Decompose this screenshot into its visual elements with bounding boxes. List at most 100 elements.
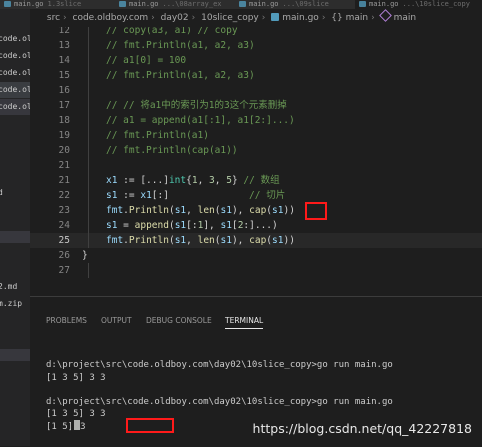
- go-file-icon: [4, 1, 11, 7]
- line-number: 14: [58, 55, 70, 66]
- line-number: 26: [58, 250, 70, 261]
- editor-tab-path: 1.3slice: [47, 0, 82, 8]
- watermark: https://blog.csdn.net/qq_42227818: [252, 421, 472, 436]
- code-token: // fmt.Println(a1, a2, a3): [106, 40, 255, 51]
- code-token: // a1[0] = 100: [106, 55, 187, 66]
- breadcrumb-src[interactable]: src: [47, 9, 60, 27]
- sidebar-file-label: d: [0, 188, 3, 197]
- indent-guide: [88, 53, 89, 68]
- sidebar-file-label: code.old: [0, 34, 30, 43]
- code-token: Println: [128, 205, 169, 216]
- code-token: s1: [106, 190, 118, 201]
- tab-debug-console[interactable]: DEBUG CONSOLE: [146, 314, 212, 328]
- editor-tab-label: main.go: [369, 0, 399, 8]
- breadcrumb-main-go[interactable]: main.go: [282, 9, 319, 27]
- code-token: :=: [117, 190, 141, 201]
- line-number: 23: [58, 205, 70, 216]
- go-file-icon: [239, 1, 246, 7]
- indent-guide: [88, 83, 89, 98]
- code-editor[interactable]: 12 // copy(a3, a1) // copy 13 // fmt.Printl…: [30, 27, 482, 295]
- code-token: append: [134, 220, 169, 231]
- tab-problems[interactable]: PROBLEMS: [46, 314, 87, 328]
- indent-guide: [88, 188, 89, 203]
- terminal-line: d:\project\src\code.oldboy.com\day02\10s…: [46, 397, 393, 407]
- line-number: 17: [58, 100, 70, 111]
- explorer-sidebar: code.old code.old code.old code.old code.old…: [0, 9, 30, 446]
- code-token: )): [283, 235, 295, 246]
- breadcrumb-package-main[interactable]: {} main: [331, 9, 368, 27]
- code-line: 21 x1 := [...]int{1, 3, 5} // 数组: [30, 173, 482, 188]
- code-content: // a1 = append(a1[:1], a1[2:]...): [106, 113, 295, 128]
- editor-tab[interactable]: main.go ...\09slice: [235, 0, 367, 9]
- code-content: // copy(a3, a1) // copy: [106, 27, 238, 38]
- terminal-output-tail: 3: [80, 422, 86, 432]
- code-token: [:]: [151, 190, 250, 201]
- code-token: // 切片: [249, 190, 286, 201]
- sidebar-section-header[interactable]: [0, 231, 30, 243]
- sidebar-file-item[interactable]: m.zip: [0, 296, 30, 312]
- code-line: 25 fmt.Println(s1, len(s1), cap(s1)): [30, 233, 482, 248]
- line-number: 27: [58, 265, 70, 276]
- sidebar-file-item[interactable]: code.old: [0, 65, 30, 81]
- annotation-box-editor: [305, 202, 327, 220]
- code-line: 16: [30, 83, 482, 98]
- code-content: s1 = append(s1[:1], s1[2:]...): [106, 218, 278, 233]
- terminal-output: [1 5]: [46, 422, 74, 432]
- indent-guide: [88, 158, 89, 173]
- code-line: 20 // fmt.Println(cap(a1)): [30, 143, 482, 158]
- code-token: s1: [272, 235, 284, 246]
- line-number: 13: [58, 40, 70, 51]
- code-line: 19 // fmt.Println(a1): [30, 128, 482, 143]
- editor-tab[interactable]: main.go ...\08array_ex: [115, 0, 247, 9]
- indent-guide: [88, 68, 89, 83]
- code-token: s1: [220, 205, 232, 216]
- sidebar-file-item[interactable]: code.old: [0, 99, 30, 115]
- sidebar-section-header[interactable]: [0, 349, 30, 361]
- code-content: }: [82, 248, 88, 263]
- indent-guide: [88, 263, 89, 278]
- tab-terminal[interactable]: TERMINAL: [225, 314, 264, 329]
- code-token: fmt: [106, 205, 124, 216]
- editor-tab-label: main.go: [14, 0, 44, 8]
- chevron-right-icon: ›: [321, 13, 326, 23]
- editor-tab[interactable]: main.go ...\10slice_copy: [355, 0, 482, 9]
- code-line: 24 s1 = append(s1[:1], s1[2:]...): [30, 218, 482, 233]
- breadcrumb-code-oldboy[interactable]: code.oldboy.com: [73, 9, 149, 27]
- code-line: 12 // copy(a3, a1) // copy: [30, 27, 482, 38]
- sidebar-file-item[interactable]: code.old: [0, 82, 30, 98]
- code-content: // // 将a1中的索引为1的3这个元素删掉: [106, 98, 287, 113]
- line-number: 16: [58, 85, 70, 96]
- chevron-right-icon: ›: [63, 13, 67, 23]
- breadcrumb-10slice-copy[interactable]: 10slice_copy: [201, 9, 259, 27]
- sidebar-file-item[interactable]: d: [0, 185, 30, 201]
- code-token: fmt: [106, 235, 124, 246]
- code-token: s1: [174, 220, 187, 231]
- chevron-right-icon: ›: [261, 13, 266, 23]
- editor-tab-label: main.go: [129, 0, 159, 8]
- breadcrumb-func-main[interactable]: main: [394, 9, 417, 27]
- chevron-right-icon: ›: [191, 13, 196, 23]
- code-token: :]...): [243, 220, 278, 231]
- editor-tab[interactable]: main.go 1.3slice: [0, 0, 132, 9]
- indent-guide: [88, 113, 89, 128]
- indent-guide: [88, 233, 89, 248]
- terminal-line: [1 3 5] 3 3: [46, 409, 106, 419]
- line-number: 19: [58, 130, 70, 141]
- go-file-icon: [359, 1, 366, 7]
- code-token: // fmt.Println(a1, a2, a3): [106, 70, 255, 81]
- code-line: 14 // a1[0] = 100: [30, 53, 482, 68]
- sidebar-file-label: code.old: [0, 68, 30, 77]
- sidebar-file-item[interactable]: code.old: [0, 48, 30, 64]
- tab-output[interactable]: OUTPUT: [101, 314, 132, 328]
- code-token: }: [82, 250, 88, 261]
- sidebar-file-item[interactable]: 2.md: [0, 279, 30, 295]
- indent-guide: [88, 38, 89, 53]
- sidebar-file-item[interactable]: code.old: [0, 31, 30, 47]
- code-token: }: [231, 175, 244, 186]
- breadcrumb-day02[interactable]: day02: [161, 9, 189, 27]
- indent-guide: [88, 203, 89, 218]
- breadcrumb: src › code.oldboy.com › day02 › 10slice_cop…: [30, 9, 482, 27]
- code-token: // 数组: [243, 175, 280, 186]
- code-line: 27: [30, 263, 482, 278]
- code-line: 26}: [30, 248, 482, 263]
